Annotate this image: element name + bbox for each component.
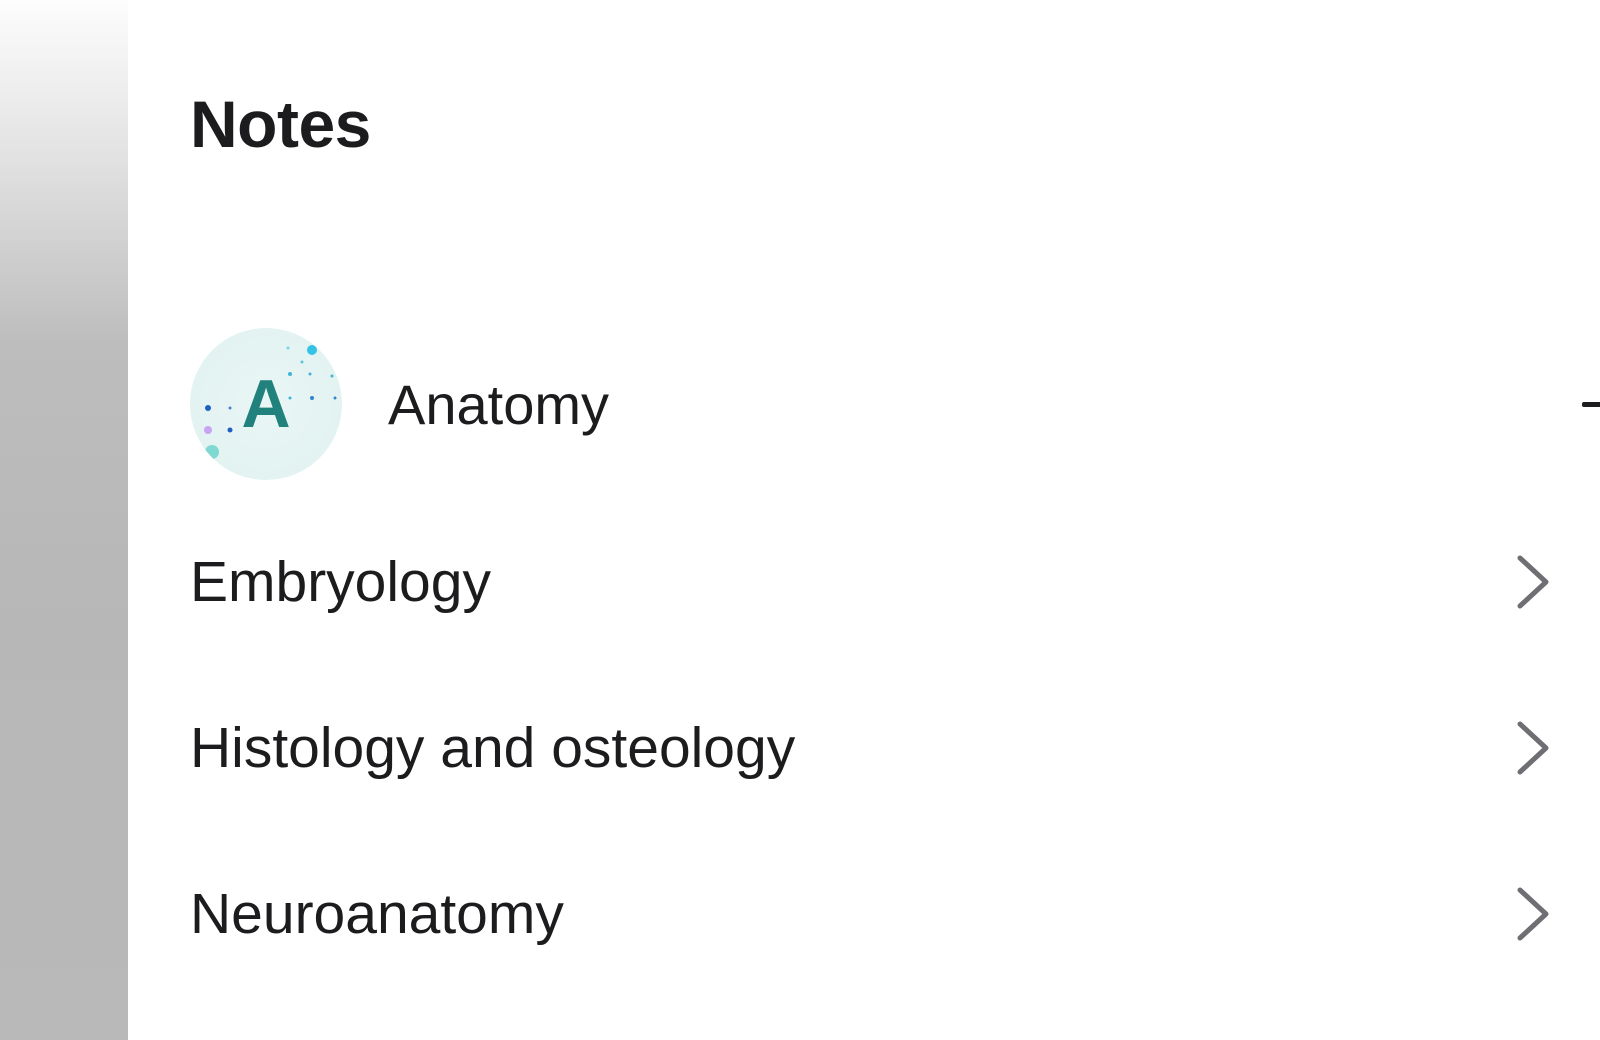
notes-list: Embryology Histology and osteology Neuro… — [190, 536, 1554, 1034]
chevron-right-icon — [1517, 555, 1549, 609]
avatar-letter: A — [241, 366, 291, 442]
avatar: A — [190, 328, 342, 480]
chevron-right-icon — [1517, 887, 1549, 941]
page-title: Notes — [190, 87, 371, 161]
section-label: Anatomy — [388, 372, 609, 436]
list-item-label: Neuroanatomy — [190, 882, 564, 946]
section-header-anatomy[interactable]: A Anatomy — [190, 328, 1600, 480]
notes-panel: Notes A Anatomy Embryology Histology and… — [128, 0, 1600, 1040]
minus-icon[interactable] — [1582, 384, 1600, 424]
list-item-embryology[interactable]: Embryology — [190, 536, 1554, 702]
chevron-right-icon — [1517, 721, 1549, 775]
list-item-label: Histology and osteology — [190, 716, 796, 780]
app-root: Notes A Anatomy Embryology Histology and… — [0, 0, 1600, 1040]
list-item-histology-and-osteology[interactable]: Histology and osteology — [190, 702, 1554, 868]
list-item-label: Embryology — [190, 550, 491, 614]
list-item-neuroanatomy[interactable]: Neuroanatomy — [190, 868, 1554, 1034]
dimmed-backdrop[interactable] — [0, 0, 128, 1040]
